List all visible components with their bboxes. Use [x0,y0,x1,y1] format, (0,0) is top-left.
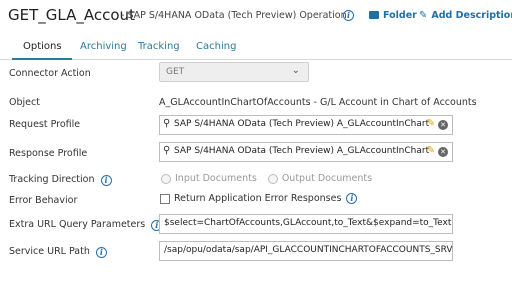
error-behavior-option: Return Application Error Responses i [160,193,358,204]
operation-subtitle: - SAP S/4HANA OData (Tech Preview) Opera… [121,10,347,21]
search-icon[interactable]: ⚲ [163,118,170,129]
clear-icon[interactable]: ✕ [438,147,448,157]
object-value: A_GLAccountInChartOfAccounts - G/L Accou… [159,97,477,108]
input-documents-label: Input Documents [175,173,257,184]
radio-output-documents[interactable] [267,173,278,184]
return-errors-label: Return Application Error Responses [174,193,342,204]
edit-icon[interactable]: ✎ [427,145,435,156]
operation-title[interactable]: GET_GLA_Accout [8,6,135,24]
active-tab-indicator [12,58,72,60]
tracking-direction-radio-group: Input Documents Output Documents [161,173,380,184]
tab-options[interactable]: Options [23,41,62,52]
return-errors-checkbox[interactable] [160,193,170,204]
search-icon[interactable]: ⚲ [163,145,170,156]
pencil-icon: ✎ [419,10,428,21]
response-profile-field[interactable]: ⚲ SAP S/4HANA OData (Tech Preview) A_GLA… [159,142,453,162]
clear-icon[interactable]: ✕ [438,120,448,130]
tab-tracking[interactable]: Tracking [138,41,180,52]
output-documents-label: Output Documents [281,173,373,184]
tab-bar: Options Archiving Tracking Caching [0,38,512,60]
folder-link[interactable]: Folder [369,10,417,21]
service-url-path-text: Service URL Path [9,246,90,257]
extra-url-query-text: Extra URL Query Parameters [9,219,146,230]
folder-link-label: Folder [383,10,417,21]
extra-url-query-label: Extra URL Query Parameters i [9,219,163,231]
info-icon[interactable]: i [346,193,358,204]
info-icon[interactable]: i [100,175,112,186]
request-profile-value: SAP S/4HANA OData (Tech Preview) A_GLAcc… [174,119,430,129]
error-behavior-label: Error Behavior [9,195,78,206]
add-description-label: Add Description [431,10,512,21]
info-icon[interactable]: i [343,10,354,21]
info-icon[interactable]: i [95,247,107,258]
service-url-path-value: /sap/opu/odata/sap/API_GLACCOUNTINCHARTO… [164,245,453,255]
response-profile-value: SAP S/4HANA OData (Tech Preview) A_GLAcc… [174,146,430,156]
tracking-direction-text: Tracking Direction [9,174,95,185]
service-url-path-input[interactable]: /sap/opu/odata/sap/API_GLACCOUNTINCHARTO… [159,241,453,261]
add-description-link[interactable]: ✎ Add Description [419,10,512,21]
extra-url-query-input[interactable]: $select=ChartOfAccounts,GLAccount,to_Tex… [159,214,453,234]
chevron-down-icon: ⌄ [291,65,300,76]
request-profile-label: Request Profile [9,119,81,130]
extra-url-query-value: $select=ChartOfAccounts,GLAccount,to_Tex… [164,218,452,228]
object-label: Object [9,97,40,108]
tracking-direction-label: Tracking Direction i [9,174,112,186]
connector-action-select[interactable]: GET ⌄ [159,62,309,82]
request-profile-field[interactable]: ⚲ SAP S/4HANA OData (Tech Preview) A_GLA… [159,115,453,135]
service-url-path-label: Service URL Path i [9,246,107,258]
tab-caching[interactable]: Caching [196,41,236,52]
connector-action-label: Connector Action [9,68,91,79]
tab-archiving[interactable]: Archiving [80,41,127,52]
operation-header: GET_GLA_Accout - SAP S/4HANA OData (Tech… [0,0,512,34]
folder-icon [369,11,379,19]
response-profile-label: Response Profile [9,148,88,159]
connector-action-value: GET [166,67,185,77]
edit-icon[interactable]: ✎ [427,118,435,129]
radio-input-documents[interactable] [161,173,171,184]
